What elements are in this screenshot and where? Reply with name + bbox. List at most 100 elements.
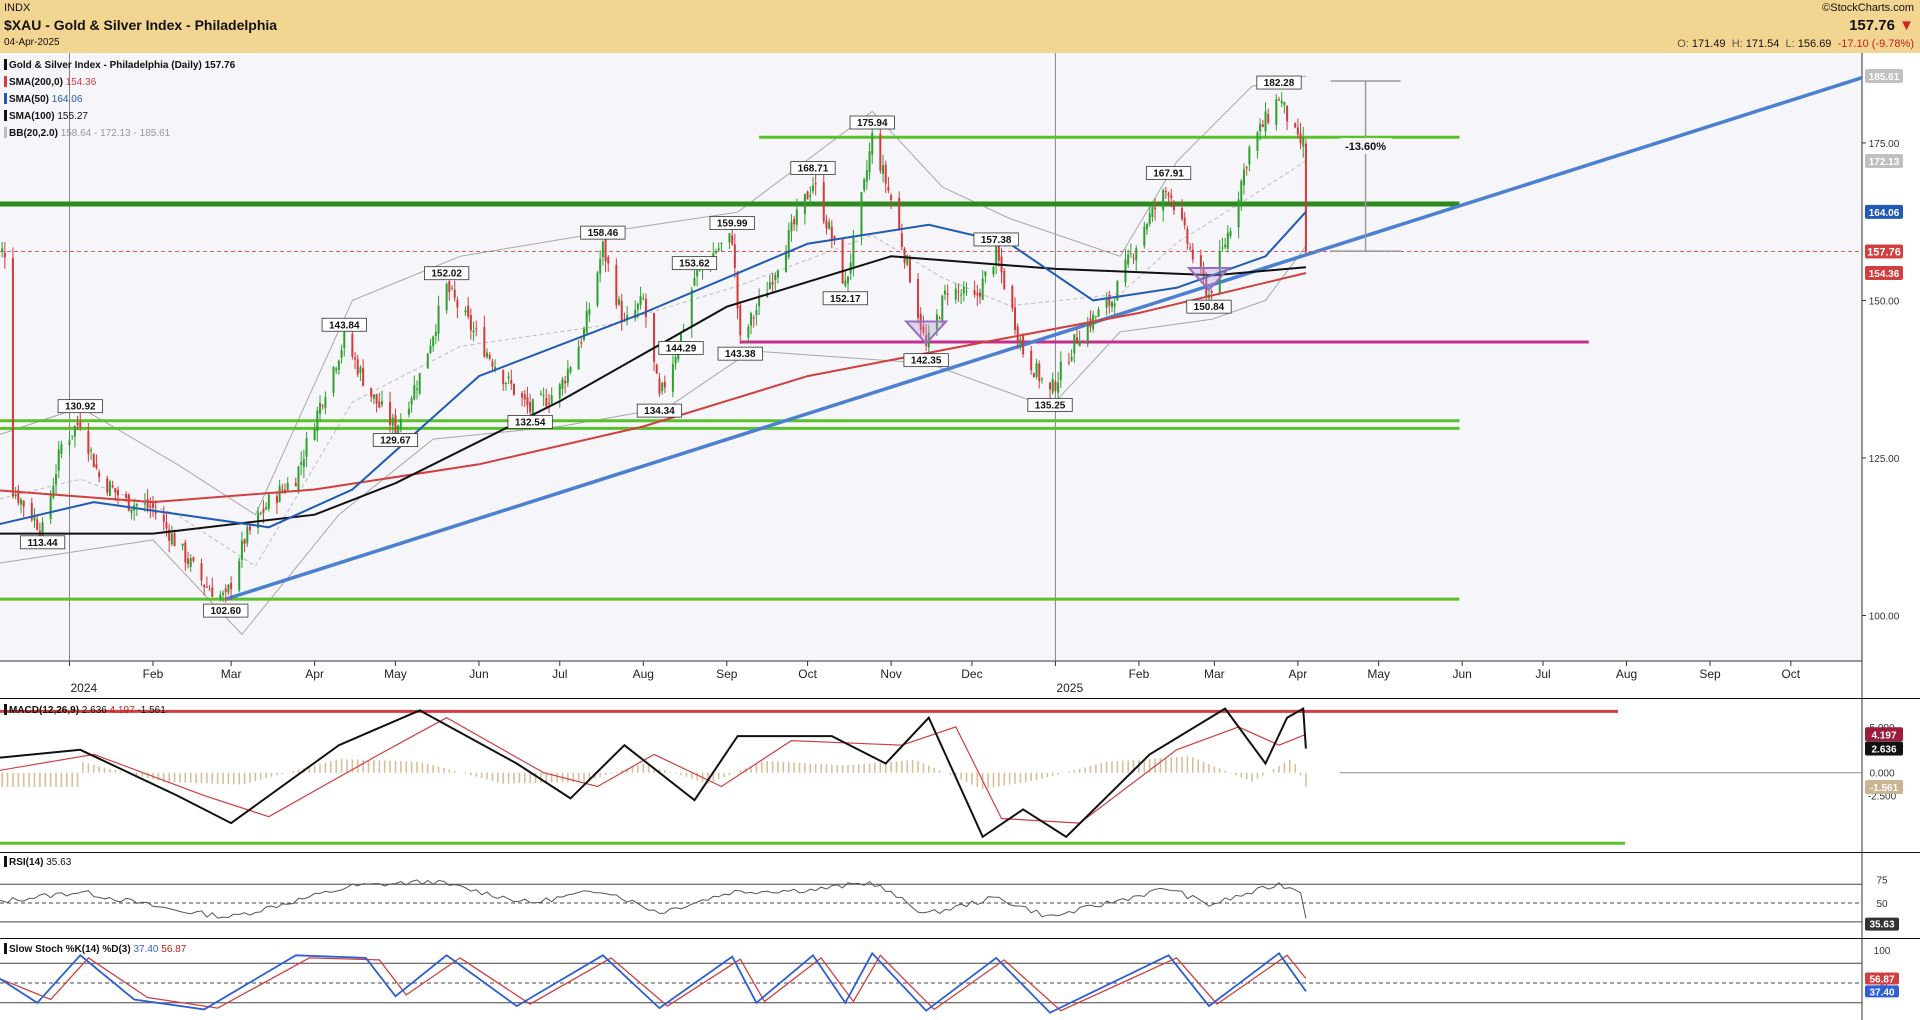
x-tick-label: Sep — [716, 667, 738, 681]
legend-bb-value: 158.64 - 172.13 - 185.61 — [60, 128, 171, 139]
macd-hist-bar — [857, 764, 860, 773]
macd-hist-bar — [443, 768, 445, 773]
candle-up — [1224, 244, 1227, 248]
candle-up — [828, 222, 831, 229]
x-tick-label: Apr — [305, 667, 324, 681]
macd-hist-bar — [841, 765, 844, 773]
candle-down — [830, 226, 833, 239]
candle-up — [259, 512, 262, 514]
price-point-label: 158.46 — [580, 225, 626, 240]
rsi-panel[interactable]: 75502535.63 — [0, 852, 1920, 938]
stoch-panel[interactable]: 1005056.8737.40 — [0, 938, 1920, 1020]
candle-down — [1261, 124, 1264, 128]
candle-down — [125, 494, 128, 498]
brand-logo[interactable]: ©StockCharts.com — [1822, 2, 1914, 14]
macd-hist-bar — [103, 767, 106, 773]
macd-hist-bar — [319, 763, 321, 773]
macd-hist-bar — [426, 763, 429, 773]
macd-hist-bar — [98, 766, 100, 773]
candle-down — [208, 589, 211, 591]
macd-hist-bar — [1116, 761, 1119, 773]
candle-down — [224, 588, 227, 592]
macd-hist-bar — [664, 770, 666, 773]
price-axis-tag-text: 172.13 — [1869, 157, 1900, 168]
macd-hist-bar — [1041, 772, 1043, 779]
macd-hist-bar — [998, 772, 1000, 787]
macd-hist-bar — [233, 772, 235, 785]
candle-down — [604, 237, 607, 262]
candle-down — [95, 463, 98, 469]
price-point-label: 102.60 — [203, 603, 249, 618]
candle-up — [803, 194, 806, 214]
candle-down — [1294, 122, 1297, 128]
price-label-text: 168.71 — [798, 164, 829, 175]
macd-hist-bar — [1197, 759, 1199, 773]
chart-header: INDX $XAU - Gold & Silver Index - Philad… — [0, 0, 1920, 53]
macd-hist-bar — [863, 763, 865, 773]
price-label-text: 152.17 — [830, 294, 861, 305]
candle-up — [844, 280, 847, 286]
macd-hist-bar — [567, 772, 569, 783]
macd-hist-bar — [346, 759, 348, 773]
macd-hist-bar — [1078, 768, 1081, 773]
macd-hist-bar — [647, 765, 650, 773]
candle-down — [3, 252, 6, 258]
candle-down — [375, 393, 378, 404]
candle-down — [1014, 307, 1017, 330]
candle-down — [1164, 191, 1167, 193]
legend-bb-label: BB(20,2.0) — [9, 128, 58, 139]
x-tick-label: Jun — [1453, 667, 1472, 681]
macd-hist-bar — [1278, 765, 1280, 773]
macd-hist-bar — [211, 772, 214, 784]
candle-down — [898, 197, 901, 231]
macd-panel[interactable]: 5.0000.000-2.5004.1972.636-1.561 — [0, 698, 1920, 852]
macd-hist-bar — [259, 772, 262, 780]
macd-hist-bar — [1046, 772, 1049, 778]
candle-up — [941, 295, 944, 323]
rsi-label: RSI(14) — [9, 857, 44, 868]
legend-swatch — [4, 704, 7, 715]
macd-hist-bar — [911, 760, 914, 773]
macd-hist-bar — [173, 772, 176, 783]
macd-hist-bar — [1159, 758, 1162, 773]
candle-up — [661, 382, 664, 392]
candle-up — [507, 376, 510, 379]
macd-hist-bar — [1170, 757, 1173, 773]
stoch-axis-tag-text: 56.87 — [1869, 974, 1894, 985]
price-label-text: 159.99 — [717, 218, 748, 229]
stoch-label: Slow Stoch %K(14) %D(3) — [9, 944, 131, 955]
macd-hist-bar — [222, 772, 224, 784]
candle-up — [1256, 132, 1259, 151]
stoch-axis-tag-text: 37.40 — [1869, 987, 1894, 998]
candle-up — [1226, 232, 1229, 249]
macd-hist-bar — [879, 762, 882, 773]
x-tick-label: Aug — [633, 667, 654, 681]
candle-up — [962, 286, 965, 294]
macd-hist-bar — [383, 760, 386, 773]
rsi-legend: RSI(14) 35.63 — [4, 856, 71, 868]
macd-hist-bar — [243, 772, 246, 784]
x-tick-label: May — [1367, 667, 1390, 681]
macd-hist-bar — [400, 761, 402, 773]
macd-hist-bar — [1202, 761, 1205, 773]
candle-down — [510, 379, 513, 384]
price-label-text: 102.60 — [210, 606, 241, 617]
legend-sma200: SMA(200,0) 154.36 — [4, 74, 235, 91]
macd-hist-bar — [270, 772, 273, 777]
candle-up — [397, 425, 400, 434]
macd-hist-bar — [690, 772, 693, 779]
candle-up — [1248, 147, 1251, 165]
candle-down — [483, 326, 486, 357]
price-chart[interactable]: 2024 Feb Mar Apr May Jun Jul Aug Sep Oct Nov Dec 202… — [0, 53, 1920, 698]
candle-up — [1162, 190, 1165, 211]
macd-hist-bar — [87, 763, 90, 773]
candle-down — [262, 508, 265, 513]
candle-up — [246, 526, 249, 544]
macd-hist-bar — [523, 772, 526, 784]
macd-hist-bar — [793, 762, 795, 773]
candle-down — [973, 290, 976, 295]
price-label-text: 157.38 — [981, 235, 1012, 246]
candle-up — [585, 310, 588, 333]
candle-down — [1038, 363, 1041, 382]
candle-up — [407, 408, 410, 415]
